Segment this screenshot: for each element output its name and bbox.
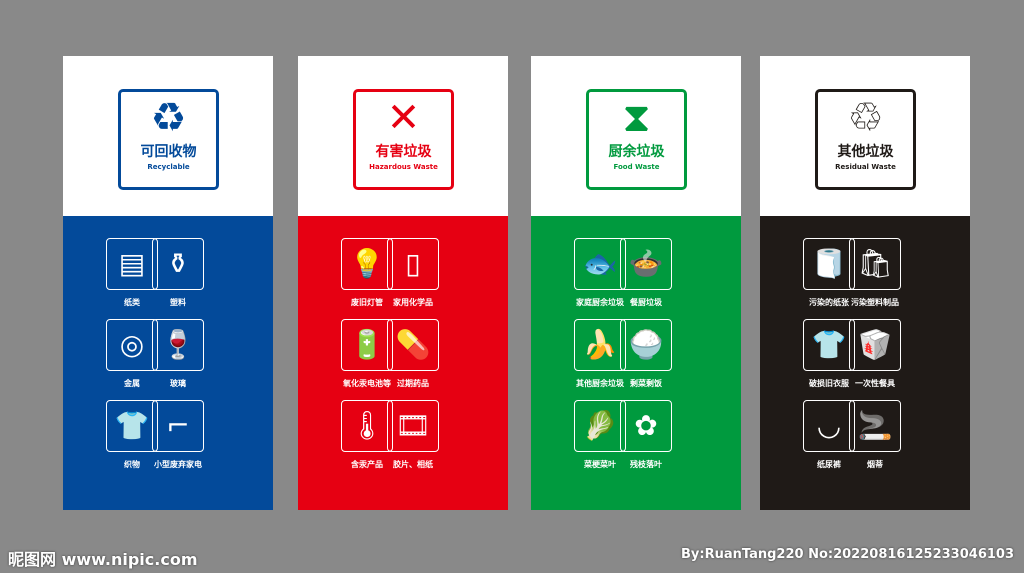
waste-category-panel: ♲ 其他垃圾 Residual Waste 🧻 污染的纸张 🛍 污染塑料制品 👕…	[760, 56, 970, 510]
category-title: 厨余垃圾	[608, 144, 665, 160]
waste-item-label: 家用化学品	[393, 298, 433, 307]
category-symbol-icon: ✕	[386, 95, 421, 141]
disposable-tableware-icon: 🥡	[849, 319, 901, 371]
potted-flower-icon: ✿	[620, 400, 672, 452]
waste-item: ⚱ 塑料	[143, 238, 213, 308]
cigarette-icon: 🚬	[849, 400, 901, 452]
waste-item: ✿ 残枝落叶	[611, 400, 681, 470]
waste-item-label: 剩菜剩饭	[630, 379, 662, 388]
waste-category-panel: ✕ 有害垃圾 Hazardous Waste 💡 废旧灯管 ▯ 家用化学品 🔋 …	[298, 56, 508, 510]
category-logo: ♻ 可回收物 Recyclable	[118, 89, 219, 190]
waste-item-label: 胶片、相纸	[393, 460, 433, 469]
medicine-bottle-icon: 💊	[387, 319, 439, 371]
waste-item-label: 过期药品	[397, 379, 429, 388]
film-icon: 🎞	[387, 400, 439, 452]
waste-item-label: 污染塑料制品	[851, 298, 899, 307]
waste-item: 🛍 污染塑料制品	[840, 238, 910, 308]
category-items-area: 🐟 家庭厨余垃圾 🍲 餐厨垃圾 🍌 其他厨余垃圾 🍚 剩菜剩饭 🥬 菜梗菜叶 ✿…	[531, 216, 741, 510]
waste-category-panel: ⧗ 厨余垃圾 Food Waste 🐟 家庭厨余垃圾 🍲 餐厨垃圾 🍌 其他厨余…	[531, 56, 741, 510]
plastic-bag-icon: 🛍	[849, 238, 901, 290]
wine-glass-icon: 🍷	[152, 319, 204, 371]
spray-can-icon: ▯	[387, 238, 439, 290]
category-title-en: Recyclable	[147, 163, 190, 171]
category-logo: ✕ 有害垃圾 Hazardous Waste	[353, 89, 454, 190]
waste-item: 🍚 剩菜剩饭	[611, 319, 681, 389]
waste-item-label: 烟蒂	[867, 460, 883, 469]
bowl-icon: 🍚	[620, 319, 672, 371]
bottle-icon: ⚱	[152, 238, 204, 290]
waste-item-label: 玻璃	[170, 379, 186, 388]
waste-item: 💊 过期药品	[378, 319, 448, 389]
waste-item: 🚬 烟蒂	[840, 400, 910, 470]
waste-item-label: 小型废弃家电	[154, 460, 202, 469]
category-symbol-icon: ⧗	[622, 95, 651, 141]
waste-item-label: 餐厨垃圾	[630, 298, 662, 307]
waste-item: ▯ 家用化学品	[378, 238, 448, 308]
waste-item-label: 残枝落叶	[630, 460, 662, 469]
waste-item: 🥡 一次性餐具	[840, 319, 910, 389]
waste-item: 🍷 玻璃	[143, 319, 213, 389]
category-title: 有害垃圾	[375, 144, 432, 160]
category-symbol-icon: ♲	[847, 95, 884, 141]
waste-category-panel: ♻ 可回收物 Recyclable ▤ 纸类 ⚱ 塑料 ◎ 金属 🍷 玻璃 👕 …	[63, 56, 273, 510]
author-watermark: By:RuanTang220 No:20220816125233046103	[681, 547, 1014, 562]
category-logo: ⧗ 厨余垃圾 Food Waste	[586, 89, 687, 190]
hair-dryer-icon: ⌐	[152, 400, 204, 452]
category-symbol-icon: ♻	[150, 95, 187, 141]
category-title-en: Hazardous Waste	[369, 163, 438, 171]
category-title: 其他垃圾	[837, 144, 894, 160]
waste-item: ⌐ 小型废弃家电	[143, 400, 213, 470]
waste-item: 🎞 胶片、相纸	[378, 400, 448, 470]
category-title: 可回收物	[140, 144, 197, 160]
category-items-area: 💡 废旧灯管 ▯ 家用化学品 🔋 氧化汞电池等 💊 过期药品 🌡 含汞产品 🎞 …	[298, 216, 508, 510]
waste-item-label: 塑料	[170, 298, 186, 307]
site-watermark: 昵图网 www.nipic.com	[8, 550, 198, 569]
waste-item-label: 一次性餐具	[855, 379, 895, 388]
category-items-area: 🧻 污染的纸张 🛍 污染塑料制品 👕 破损旧衣服 🥡 一次性餐具 ◡ 纸尿裤 🚬…	[760, 216, 970, 510]
waste-item: 🍲 餐厨垃圾	[611, 238, 681, 308]
meal-waste-icon: 🍲	[620, 238, 672, 290]
category-title-en: Food Waste	[613, 163, 660, 171]
category-logo: ♲ 其他垃圾 Residual Waste	[815, 89, 916, 190]
category-title-en: Residual Waste	[835, 163, 896, 171]
category-items-area: ▤ 纸类 ⚱ 塑料 ◎ 金属 🍷 玻璃 👕 织物 ⌐ 小型废弃家电	[63, 216, 273, 510]
